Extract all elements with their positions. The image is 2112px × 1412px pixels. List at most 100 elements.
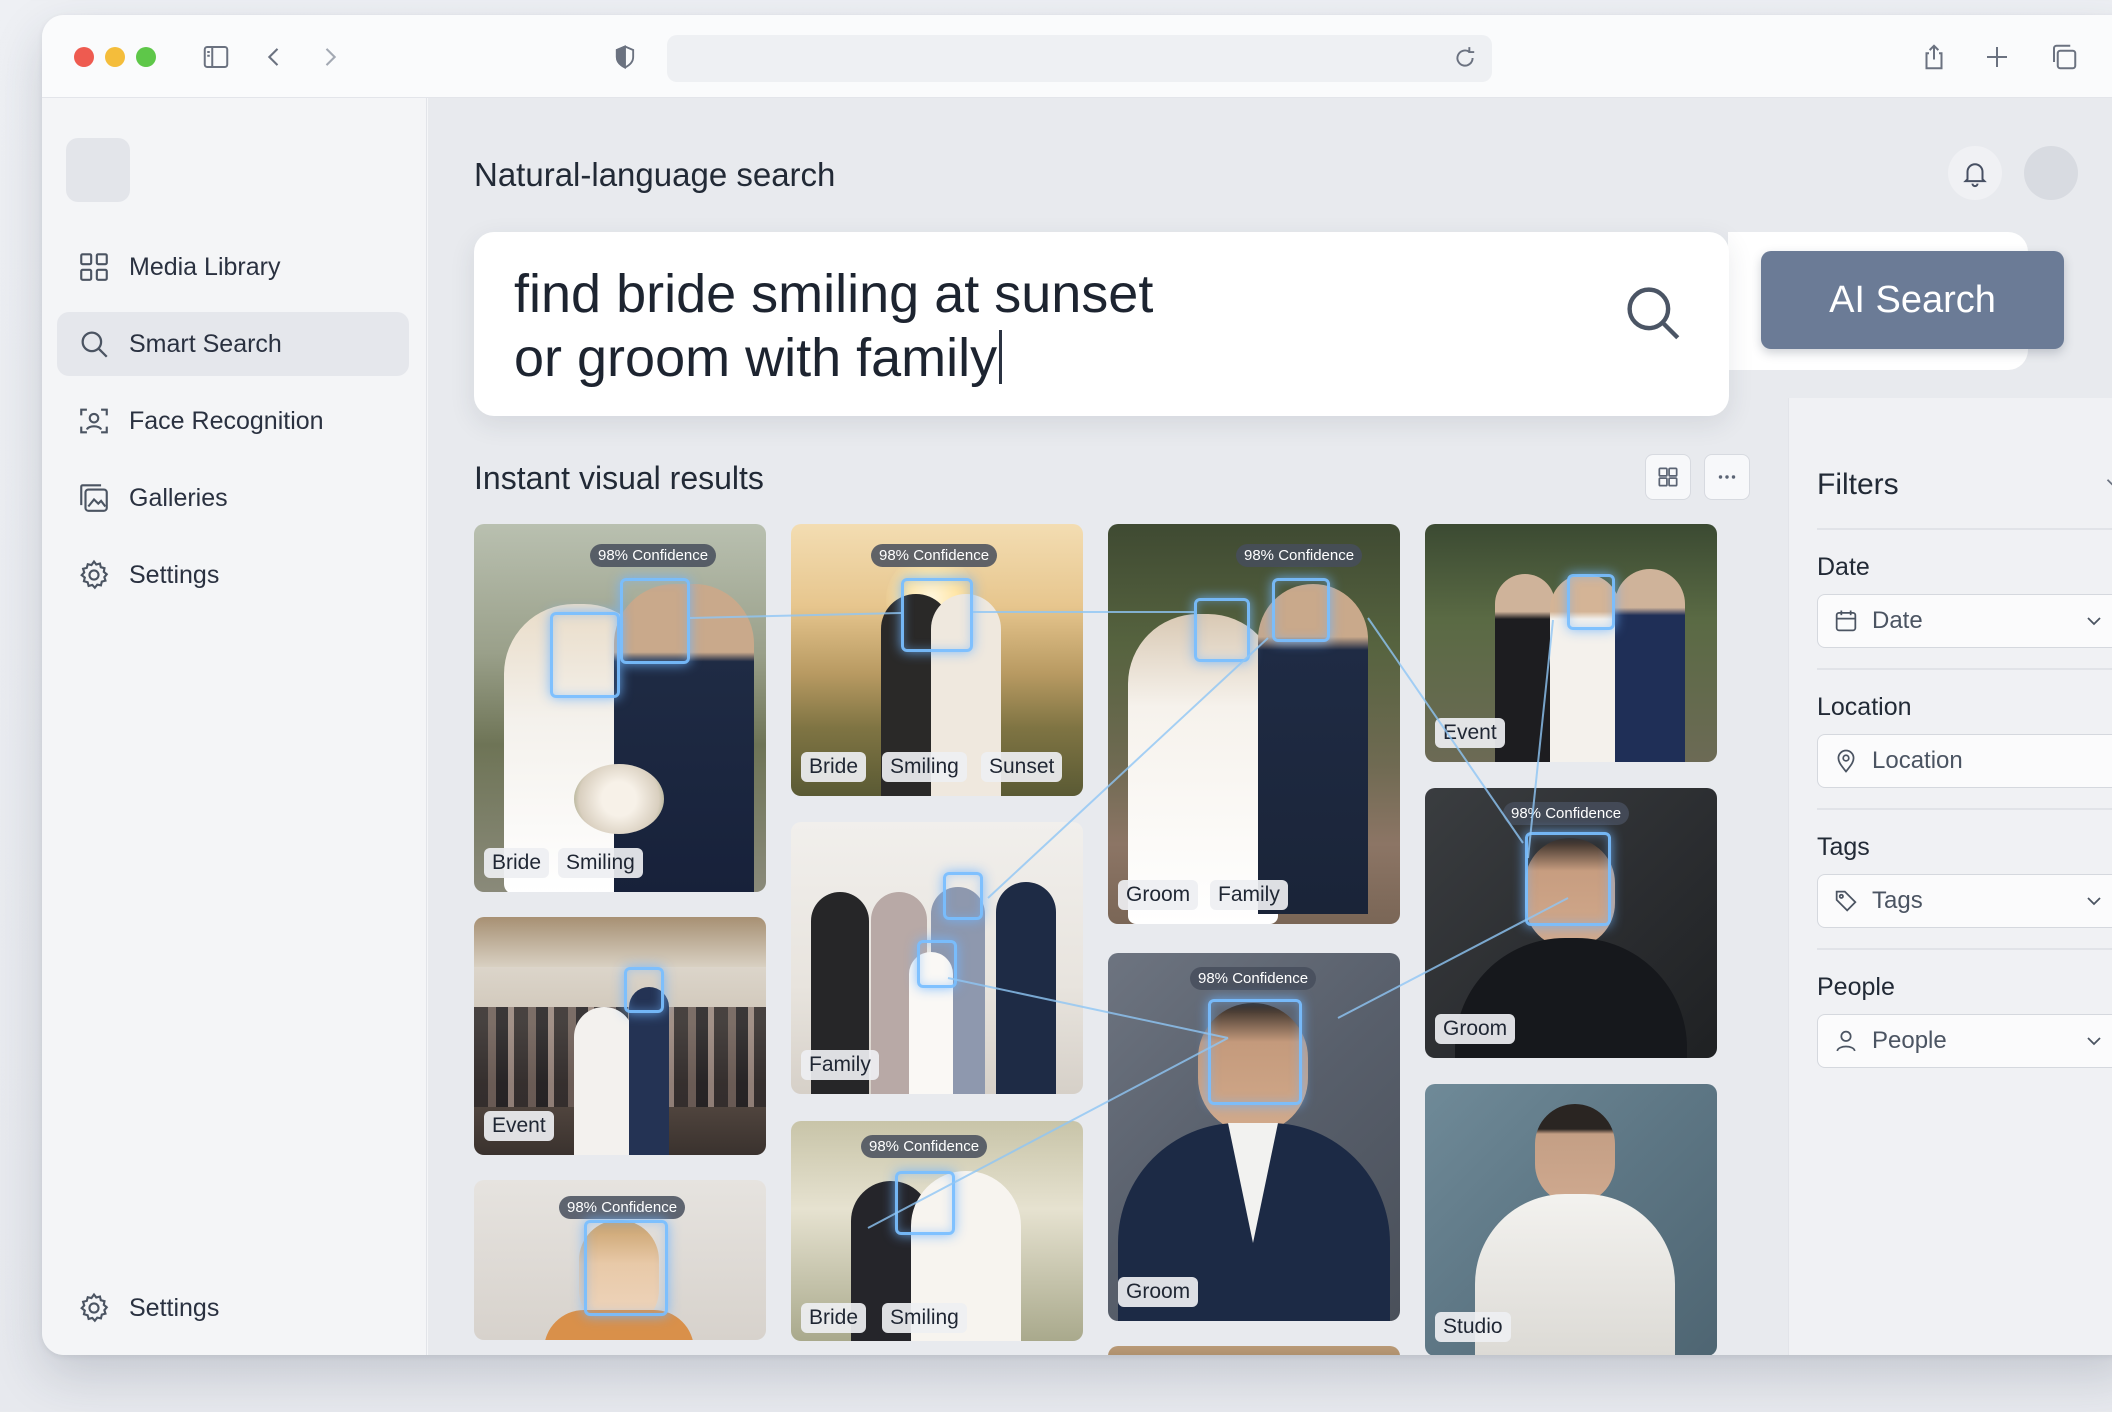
- photo-card[interactable]: 98% Confidence Groom: [1108, 953, 1400, 1321]
- photo-tag: Smiling: [882, 1303, 967, 1333]
- photo-card[interactable]: 98% Confidence: [474, 1180, 766, 1340]
- photo-card[interactable]: 98% Confidence Groom Family: [1108, 524, 1400, 924]
- people-label: People: [1817, 973, 1895, 1001]
- forward-icon[interactable]: [312, 39, 348, 75]
- confidence-badge: 98% Confidence: [559, 1196, 686, 1219]
- photo-tag: Bride: [801, 752, 867, 782]
- photo-tag: Groom: [1118, 880, 1199, 910]
- more-options-button[interactable]: [1704, 454, 1750, 500]
- sidebar-item-label: Galleries: [129, 483, 228, 512]
- tabs-overview-icon[interactable]: [2046, 39, 2082, 75]
- bell-icon: [1963, 163, 1987, 188]
- tag-icon: [1835, 890, 1857, 912]
- face-detection-box: [624, 967, 664, 1013]
- sidebar-item-settings[interactable]: Settings: [57, 543, 409, 607]
- photo-card[interactable]: 98% Confidence Bride Smiling: [791, 1121, 1083, 1341]
- search-icon: [81, 331, 108, 358]
- face-detection-box: [584, 1220, 668, 1316]
- results-title: Instant visual results: [474, 460, 764, 496]
- divider: [1817, 528, 2112, 530]
- face-detection-box: [1272, 578, 1330, 642]
- location-placeholder: Location: [1872, 747, 1963, 774]
- sidebar-item-label: Smart Search: [129, 329, 282, 358]
- grid-view-button[interactable]: [1645, 454, 1691, 500]
- chevron-down-icon: [2087, 897, 2101, 906]
- chevron-down-icon[interactable]: [2101, 470, 2112, 496]
- gear-icon: [80, 1292, 109, 1323]
- avatar[interactable]: [2024, 146, 2078, 200]
- notifications-button[interactable]: [1948, 146, 2002, 200]
- shield-icon[interactable]: [607, 39, 643, 75]
- face-detection-box: [1567, 574, 1615, 630]
- search-query-text: find bride smiling at sunset or groom wi…: [514, 264, 1154, 388]
- photo-card[interactable]: 98% Confidence Bride Smiling Sunset: [791, 524, 1083, 796]
- photo-card[interactable]: Studio: [1425, 1084, 1717, 1355]
- share-icon[interactable]: [1916, 39, 1952, 75]
- tags-select[interactable]: Tags: [1817, 874, 2112, 928]
- ai-search-button[interactable]: AI Search: [1761, 251, 2064, 349]
- photo-card[interactable]: Event: [1425, 524, 1717, 762]
- chevron-down-icon: [2087, 617, 2101, 626]
- new-tab-icon[interactable]: [1979, 39, 2015, 75]
- date-select[interactable]: Date: [1817, 594, 2112, 648]
- grid-view-icon: [1658, 467, 1678, 487]
- reload-icon[interactable]: [1452, 45, 1478, 71]
- photo-tag: Groom: [1435, 1014, 1516, 1044]
- ellipsis-icon: [1718, 475, 1736, 479]
- sidebar-footer-settings[interactable]: Settings: [57, 1276, 409, 1340]
- search-input[interactable]: find bride smiling at sunset or groom wi…: [514, 262, 1414, 390]
- map-pin-icon: [1837, 749, 1855, 773]
- text-caret: [999, 330, 1003, 384]
- face-detection-box: [917, 940, 957, 988]
- tags-placeholder: Tags: [1872, 887, 1923, 914]
- gear-icon: [80, 559, 109, 590]
- confidence-badge: 98% Confidence: [861, 1135, 988, 1158]
- confidence-badge: 98% Confidence: [1190, 967, 1317, 990]
- date-placeholder: Date: [1872, 607, 1923, 634]
- grid-icon: [80, 253, 108, 281]
- sidebar-item-media-library[interactable]: Media Library: [57, 235, 409, 299]
- people-select[interactable]: People: [1817, 1014, 2112, 1068]
- photo-tag: Event: [484, 1111, 554, 1141]
- maximize-window-button[interactable]: [136, 47, 156, 67]
- photo-tag: Family: [801, 1050, 879, 1080]
- man-face: [1535, 1104, 1615, 1204]
- address-bar[interactable]: [667, 35, 1492, 82]
- face-detection-box: [1194, 598, 1250, 662]
- divider: [1817, 808, 2112, 810]
- back-icon[interactable]: [256, 39, 292, 75]
- face-detection-box: [1525, 832, 1611, 926]
- groom-figure: [996, 882, 1056, 1094]
- sidebar-toggle-icon[interactable]: [198, 39, 234, 75]
- sidebar-item-face-recognition[interactable]: Face Recognition: [57, 389, 409, 453]
- photo-card[interactable]: 98% Confidence Groom: [1425, 788, 1717, 1058]
- browser-toolbar: [42, 15, 2112, 98]
- photo-card[interactable]: Family: [791, 822, 1083, 1094]
- calendar-icon: [1835, 610, 1857, 632]
- face-detection-box: [895, 1171, 955, 1235]
- photo-tag: Studio: [1435, 1312, 1511, 1342]
- sidebar-item-smart-search[interactable]: Smart Search: [57, 312, 409, 376]
- minimize-window-button[interactable]: [105, 47, 125, 67]
- close-window-button[interactable]: [74, 47, 94, 67]
- people-placeholder: People: [1872, 1027, 1947, 1054]
- sidebar-item-label: Settings: [129, 1293, 220, 1322]
- sidebar-item-label: Settings: [129, 560, 220, 589]
- page-title: Natural-language search: [474, 156, 836, 193]
- photo-card[interactable]: [1108, 1346, 1400, 1355]
- sidebar-item-galleries[interactable]: Galleries: [57, 466, 409, 530]
- face-detection-box: [1208, 999, 1302, 1105]
- confidence-badge: 98% Confidence: [590, 544, 717, 567]
- search-card: find bride smiling at sunset or groom wi…: [474, 232, 1729, 416]
- filters-panel: Filters Date Date Location Location Tags…: [1788, 398, 2112, 1355]
- chevron-down-icon: [2087, 1037, 2101, 1046]
- search-icon[interactable]: [1620, 280, 1686, 346]
- confidence-badge: 98% Confidence: [871, 544, 998, 567]
- arch-decor: [474, 917, 766, 967]
- photo-tag: Bride: [484, 848, 550, 878]
- photo-card[interactable]: 98% Confidence Bride Smiling: [474, 524, 766, 892]
- photo-card[interactable]: Event: [474, 917, 766, 1155]
- location-input[interactable]: Location: [1817, 734, 2112, 788]
- photo-tag: Smiling: [558, 848, 643, 878]
- face-detection-box: [550, 612, 620, 698]
